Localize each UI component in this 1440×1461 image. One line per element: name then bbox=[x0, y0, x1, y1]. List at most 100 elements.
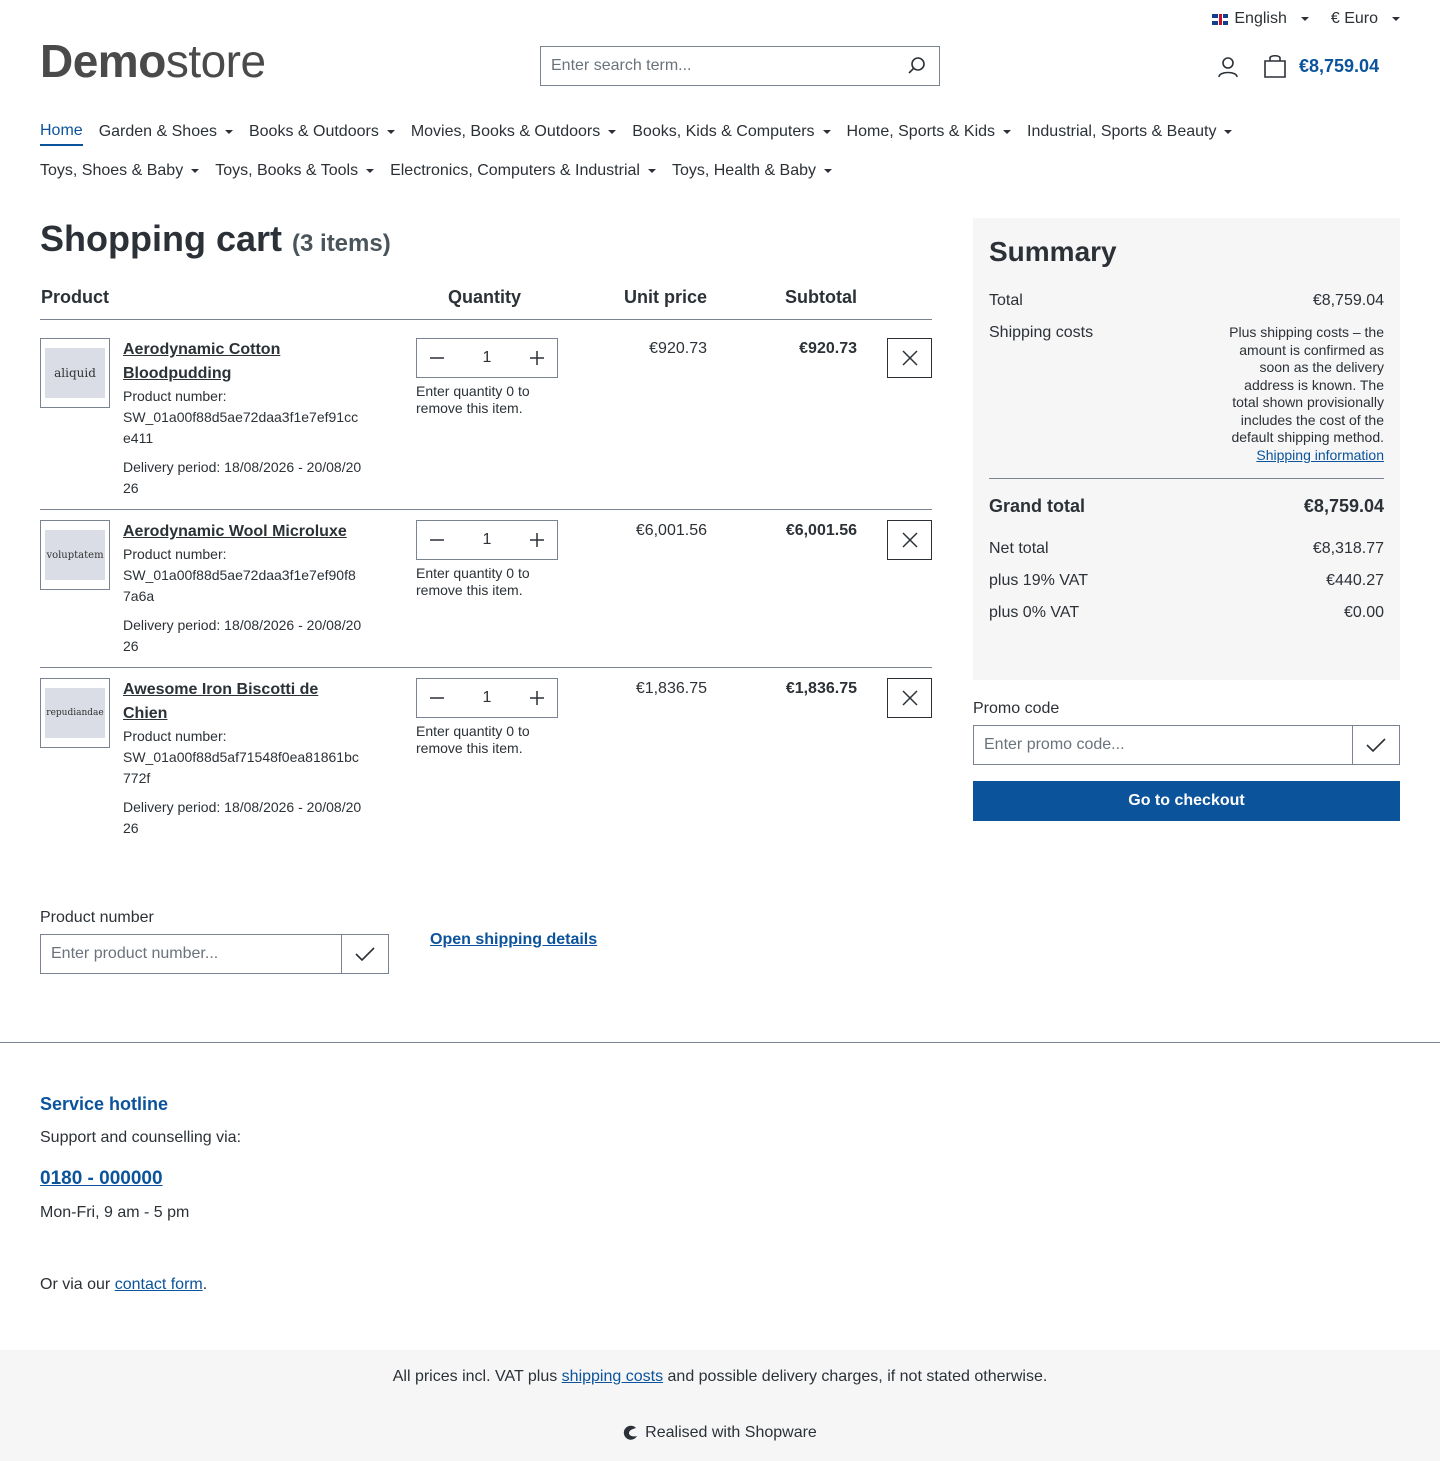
store-logo[interactable]: Demostore bbox=[40, 38, 266, 84]
quantity-value[interactable]: 1 bbox=[483, 689, 492, 707]
nav-label: Movies, Books & Outdoors bbox=[410, 123, 601, 140]
vat19-label: plus 19% VAT bbox=[989, 572, 1089, 589]
plus-icon[interactable] bbox=[529, 532, 545, 548]
page-title: Shopping cart (3 items) bbox=[40, 218, 391, 260]
nav-item-home[interactable]: Home bbox=[40, 122, 83, 146]
shipping-costs-link[interactable]: shipping costs bbox=[562, 1368, 663, 1385]
column-header-unit-price: Unit price bbox=[623, 287, 707, 307]
nav-label: Industrial, Sports & Beauty bbox=[1027, 123, 1217, 140]
vat0-row: plus 0% VAT €0.00 bbox=[989, 604, 1384, 622]
vat19-row: plus 19% VAT €440.27 bbox=[989, 572, 1384, 590]
quantity-value[interactable]: 1 bbox=[483, 531, 492, 549]
product-number-submit-button[interactable] bbox=[341, 935, 388, 973]
product-number-input[interactable] bbox=[41, 935, 341, 973]
vat0-label: plus 0% VAT bbox=[989, 604, 1080, 621]
vat-prefix: All prices incl. VAT plus bbox=[392, 1368, 558, 1385]
divider bbox=[40, 509, 932, 510]
contact-form-link[interactable]: contact form bbox=[115, 1276, 203, 1293]
delivery-period: Delivery period: 18/08/2026 - 20/08/2026 bbox=[123, 799, 362, 836]
language-selector[interactable]: English bbox=[1212, 10, 1309, 28]
thumbnail-text: repudiandae bbox=[45, 688, 105, 738]
plus-icon[interactable] bbox=[529, 350, 545, 366]
minus-icon[interactable] bbox=[429, 350, 445, 366]
remove-item-button[interactable] bbox=[887, 338, 932, 378]
nav-label: Home bbox=[40, 122, 83, 139]
quantity-hint: Enter quantity 0 to remove this item. bbox=[416, 383, 530, 416]
chevron-down-icon bbox=[1300, 17, 1309, 21]
close-icon bbox=[901, 350, 918, 366]
product-name-link[interactable]: Awesome Iron Biscotti de Chien bbox=[123, 678, 363, 726]
plus-icon[interactable] bbox=[529, 690, 545, 706]
nav-item-books-kids-computers[interactable]: Books, Kids & Computers bbox=[632, 122, 831, 146]
search-button[interactable] bbox=[895, 47, 939, 85]
hotline-phone-link[interactable]: 0180 - 000000 bbox=[40, 1168, 163, 1190]
quantity-value[interactable]: 1 bbox=[483, 349, 492, 367]
chevron-down-icon bbox=[824, 169, 833, 173]
minus-icon[interactable] bbox=[429, 532, 445, 548]
total-value: €8,759.04 bbox=[1312, 292, 1384, 309]
column-header-quantity: Quantity bbox=[448, 287, 522, 307]
search-input[interactable] bbox=[541, 47, 895, 85]
chevron-down-icon bbox=[366, 169, 375, 173]
shipping-label: Shipping costs bbox=[989, 324, 1094, 341]
quantity-hint: Enter quantity 0 to remove this item. bbox=[416, 565, 530, 598]
promo-submit-button[interactable] bbox=[1352, 726, 1399, 764]
product-thumbnail[interactable]: repudiandae bbox=[40, 678, 110, 748]
contact-text: Or via our contact form. bbox=[40, 1276, 207, 1294]
chevron-down-icon bbox=[1224, 130, 1233, 134]
shipping-note-text: Plus shipping costs – the amount is conf… bbox=[1229, 324, 1384, 445]
divider bbox=[40, 667, 932, 668]
product-thumbnail[interactable]: aliquid bbox=[40, 338, 110, 408]
product-number: SW_01a00f88d5af71548f0ea81861bc772f bbox=[123, 749, 359, 786]
realised-with-shopware[interactable]: Realised with Shopware bbox=[0, 1424, 1440, 1442]
minus-icon[interactable] bbox=[429, 690, 445, 706]
chevron-down-icon bbox=[1392, 17, 1400, 21]
chevron-down-icon bbox=[224, 130, 233, 134]
realised-text: Realised with Shopware bbox=[645, 1424, 817, 1441]
nav-item-movies-books-outdoors[interactable]: Movies, Books & Outdoors bbox=[410, 122, 617, 146]
contact-suffix: . bbox=[202, 1276, 208, 1293]
open-shipping-details-link[interactable]: Open shipping details bbox=[430, 931, 597, 949]
page-title-text: Shopping cart bbox=[40, 218, 282, 259]
promo-code-form bbox=[973, 725, 1400, 765]
account-button[interactable] bbox=[1216, 55, 1240, 79]
divider bbox=[40, 319, 932, 320]
product-number-label: Product number: bbox=[123, 546, 227, 562]
nav-label: Home, Sports & Kids bbox=[846, 123, 996, 140]
unit-price: €920.73 bbox=[649, 340, 707, 357]
nav-item-toys-shoes-baby[interactable]: Toys, Shoes & Baby bbox=[40, 162, 200, 184]
nav-item-toys-health-baby[interactable]: Toys, Health & Baby bbox=[672, 162, 833, 184]
summary-shipping-row: Shipping costs Plus shipping costs – the… bbox=[989, 324, 1384, 464]
line-subtotal: €1,836.75 bbox=[785, 680, 857, 697]
promo-code-input[interactable] bbox=[974, 726, 1352, 764]
footer-divider bbox=[0, 1042, 1440, 1043]
checkout-button[interactable]: Go to checkout bbox=[973, 781, 1400, 821]
nav-item-industrial-sports-beauty[interactable]: Industrial, Sports & Beauty bbox=[1027, 122, 1233, 146]
remove-item-button[interactable] bbox=[887, 520, 932, 560]
cart-button[interactable]: €8,759.04 bbox=[1263, 53, 1379, 79]
chevron-down-icon bbox=[1003, 130, 1012, 134]
shipping-information-link[interactable]: Shipping information bbox=[1256, 447, 1384, 463]
bag-icon bbox=[1264, 54, 1286, 78]
nav-item-garden-shoes[interactable]: Garden & Shoes bbox=[99, 122, 233, 146]
currency-selector[interactable]: € Euro bbox=[1331, 10, 1400, 28]
nav-item-home-sports-kids[interactable]: Home, Sports & Kids bbox=[847, 122, 1012, 146]
product-name-link[interactable]: Aerodynamic Wool Microluxe bbox=[123, 520, 363, 544]
close-icon bbox=[901, 690, 918, 706]
quantity-hint: Enter quantity 0 to remove this item. bbox=[416, 723, 530, 756]
remove-item-button[interactable] bbox=[887, 678, 932, 718]
product-name-link[interactable]: Aerodynamic Cotton Bloodpudding bbox=[123, 338, 363, 386]
unit-price: €1,836.75 bbox=[635, 680, 707, 697]
net-total-value: €8,318.77 bbox=[1312, 540, 1384, 557]
contact-prefix: Or via our bbox=[40, 1276, 111, 1293]
product-thumbnail[interactable]: voluptatem bbox=[40, 520, 110, 590]
support-text: Support and counselling via: bbox=[40, 1129, 242, 1146]
product-number-label: Product number: bbox=[123, 728, 227, 744]
check-icon bbox=[355, 947, 375, 962]
nav-item-toys-books-tools[interactable]: Toys, Books & Tools bbox=[215, 162, 375, 184]
nav-item-books-outdoors[interactable]: Books & Outdoors bbox=[249, 122, 395, 146]
nav-item-electronics-computers-industrial[interactable]: Electronics, Computers & Industrial bbox=[390, 162, 656, 184]
total-label: Total bbox=[989, 292, 1023, 309]
check-icon bbox=[1366, 738, 1386, 753]
product-number-form bbox=[40, 934, 389, 974]
